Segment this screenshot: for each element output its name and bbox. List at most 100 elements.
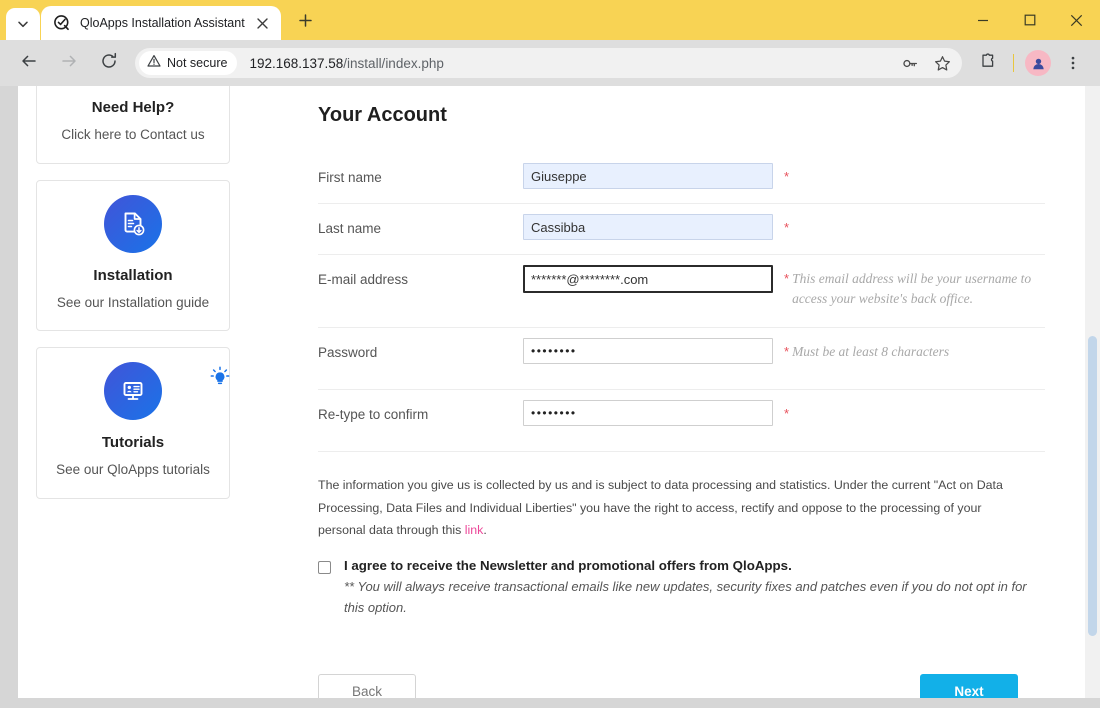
close-icon[interactable] <box>252 13 272 33</box>
tab-title: QloApps Installation Assistant <box>80 16 245 30</box>
password-dots: •••••••• <box>531 406 577 420</box>
legal-text: The information you give us is collected… <box>318 474 1023 542</box>
field-hint <box>792 400 1045 404</box>
toolbar-divider <box>1013 54 1014 72</box>
required-marker: * <box>784 271 790 286</box>
confirm-password-input[interactable]: •••••••• <box>523 400 773 426</box>
document-download-icon <box>104 194 162 253</box>
forward-arrow-icon <box>60 52 78 75</box>
back-button[interactable] <box>14 48 44 78</box>
new-tab-button[interactable] <box>291 9 319 37</box>
extensions-button[interactable] <box>973 48 1003 78</box>
chevron-down-icon <box>17 18 29 30</box>
card-title: Installation <box>93 266 173 284</box>
key-icon[interactable] <box>896 49 924 77</box>
field-control: •••••••• <box>523 338 773 364</box>
url-text: 192.168.137.58/install/index.php <box>249 56 894 71</box>
plus-icon <box>298 14 312 32</box>
url-path: /install/index.php <box>343 55 444 71</box>
password-dots: •••••••• <box>531 344 577 358</box>
field-control: Giuseppe <box>523 163 773 189</box>
site-security-badge[interactable]: Not secure <box>139 51 238 75</box>
maximize-button[interactable] <box>1006 0 1053 40</box>
reload-icon <box>100 52 118 75</box>
sidebar-card-tutorials[interactable]: Tutorials See our QloApps tutorials <box>36 347 230 499</box>
warning-triangle-icon <box>147 54 161 73</box>
password-input[interactable]: •••••••• <box>523 338 773 364</box>
page-viewport: Need Help? Click here to Contact us Inst… <box>0 86 1100 708</box>
email-input[interactable]: *******@********.com <box>523 265 773 293</box>
help-sidebar: Need Help? Click here to Contact us Inst… <box>18 86 248 698</box>
newsletter-body: I agree to receive the Newsletter and pr… <box>344 558 1034 619</box>
newsletter-label: I agree to receive the Newsletter and pr… <box>344 557 792 573</box>
url-host: 192.168.137.58 <box>249 55 344 71</box>
card-subtitle: See our QloApps tutorials <box>56 462 210 478</box>
field-control: •••••••• <box>523 400 773 426</box>
newsletter-note: ** You will always receive transactional… <box>344 578 1027 615</box>
sidebar-card-need-help[interactable]: Need Help? Click here to Contact us <box>36 86 230 164</box>
page-scrollbar[interactable] <box>1085 86 1100 698</box>
field-control: Cassibba <box>523 214 773 240</box>
browser-toolbar: Not secure 192.168.137.58/install/index.… <box>0 40 1100 86</box>
card-subtitle: Click here to Contact us <box>61 127 205 142</box>
scrollbar-thumb[interactable] <box>1088 336 1097 636</box>
field-label: E-mail address <box>318 272 409 287</box>
field-hint: This email address will be your username… <box>792 271 1032 307</box>
field-hint <box>792 163 1045 167</box>
field-label: Re-type to confirm <box>318 407 429 422</box>
sidebar-card-installation[interactable]: Installation See our Installation guide <box>36 179 230 332</box>
first-name-input[interactable]: Giuseppe <box>523 163 773 189</box>
newsletter-checkbox[interactable] <box>318 560 331 574</box>
back-button[interactable]: Back <box>318 674 416 698</box>
security-label: Not secure <box>167 56 228 70</box>
close-button[interactable] <box>1053 0 1100 40</box>
browser-window: QloApps Installation Assistant Not secur… <box>0 0 1100 708</box>
reload-button[interactable] <box>94 48 124 78</box>
account-form: Your Account First name Giuseppe * Last … <box>248 86 1085 698</box>
window-controls <box>959 0 1100 40</box>
field-hint: Must be at least 8 characters <box>792 344 950 359</box>
field-row-confirm-password: Re-type to confirm •••••••• * <box>318 390 1045 452</box>
puzzle-piece-icon <box>979 52 997 75</box>
avatar[interactable] <box>1025 50 1051 76</box>
presentation-screen-icon <box>104 362 162 421</box>
installer-page: Need Help? Click here to Contact us Inst… <box>18 86 1100 698</box>
tutorials-icon-wrap <box>51 362 230 421</box>
required-marker: * <box>784 169 790 184</box>
lightbulb-icon <box>207 364 233 395</box>
card-title: Need Help? <box>91 99 175 116</box>
forward-button[interactable] <box>54 48 84 78</box>
privacy-link[interactable]: link <box>465 523 484 537</box>
tab-search-button[interactable] <box>6 8 40 40</box>
form-actions: Back Next <box>318 674 1018 698</box>
next-button[interactable]: Next <box>920 674 1018 698</box>
field-row-email: E-mail address *******@********.com * Th… <box>318 255 1045 328</box>
field-hint <box>792 214 1045 218</box>
last-name-input[interactable]: Cassibba <box>523 214 773 240</box>
card-title: Tutorials <box>101 434 165 452</box>
field-row-first-name: First name Giuseppe * <box>318 153 1045 204</box>
field-control: *******@********.com <box>523 265 773 293</box>
required-marker: * <box>784 406 790 421</box>
newsletter-optin: I agree to receive the Newsletter and pr… <box>318 558 1045 619</box>
installation-icon-wrap <box>51 194 215 253</box>
qloapps-check-icon <box>53 14 71 32</box>
browser-tab[interactable]: QloApps Installation Assistant <box>41 6 281 40</box>
field-label: Last name <box>318 221 382 236</box>
field-row-last-name: Last name Cassibba * <box>318 204 1045 255</box>
required-marker: * <box>784 344 790 359</box>
back-arrow-icon <box>20 52 38 75</box>
required-marker: * <box>784 220 790 235</box>
star-icon[interactable] <box>928 49 956 77</box>
legal-text-after: . <box>483 523 487 538</box>
omnibox-actions <box>894 49 958 77</box>
kebab-menu-icon[interactable] <box>1058 48 1088 78</box>
field-label: Password <box>318 345 378 360</box>
tab-strip: QloApps Installation Assistant <box>0 0 1100 40</box>
address-bar[interactable]: Not secure 192.168.137.58/install/index.… <box>135 48 962 78</box>
field-row-password: Password •••••••• * Must be at least 8 c… <box>318 328 1045 390</box>
minimize-button[interactable] <box>959 0 1006 40</box>
page-title: Your Account <box>318 104 447 126</box>
legal-text-before: The information you give us is collected… <box>318 478 1003 538</box>
card-subtitle: See our Installation guide <box>56 294 210 310</box>
